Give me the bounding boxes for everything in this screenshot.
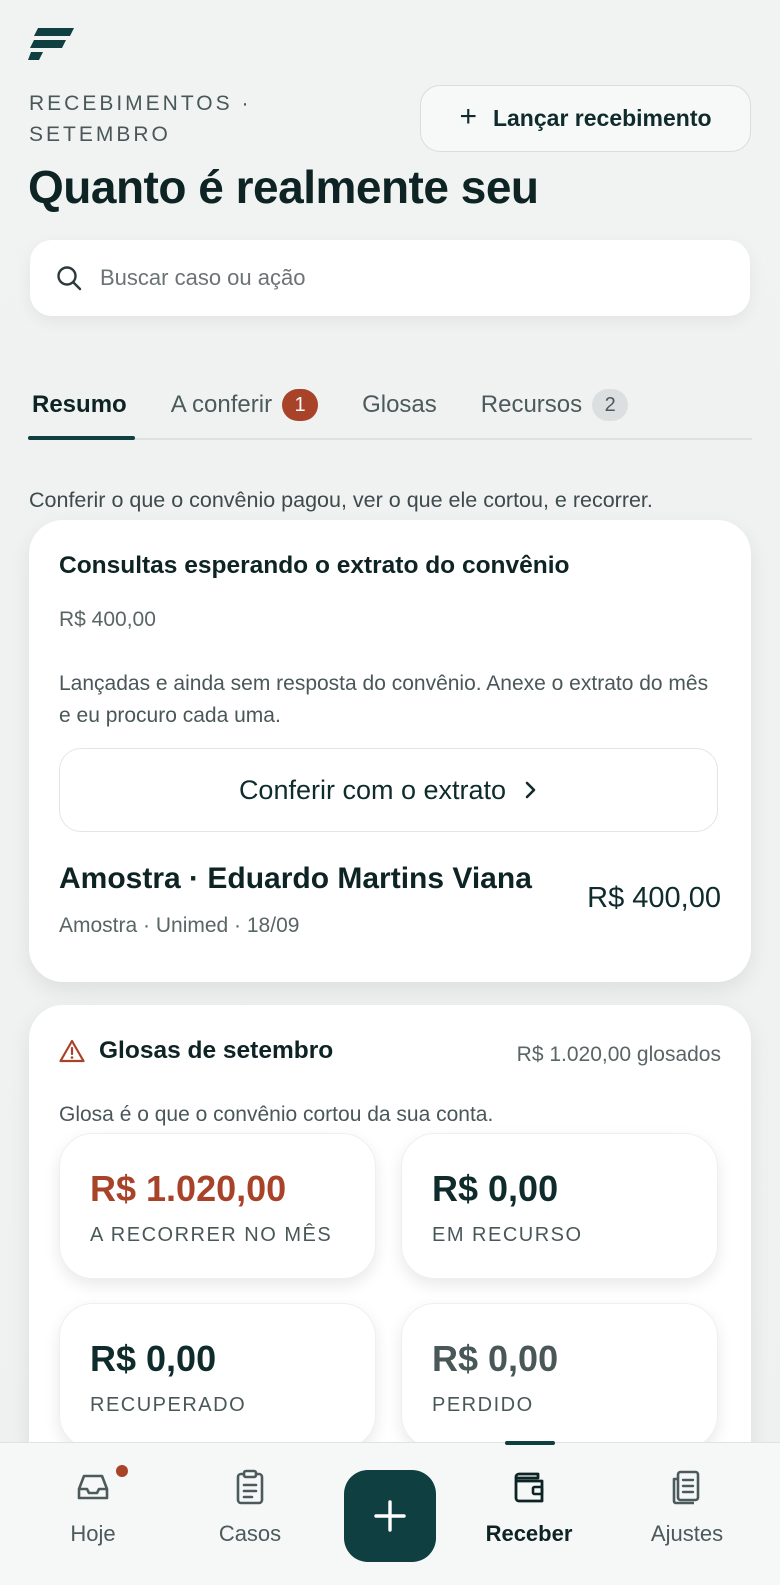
stat-value: R$ 0,00 [432,1338,559,1379]
check-statement-button[interactable]: Conferir com o extrato [59,748,718,832]
check-statement-label: Conferir com o extrato [238,774,507,805]
stat-value: R$ 0,00 [432,1168,559,1209]
tab-resumo[interactable]: Resumo [28,372,135,440]
tab-a-conferir[interactable]: A conferir 1 [167,372,322,438]
plus-icon: + [459,100,477,133]
chevron-right-icon [525,781,536,799]
tab-label: Resumo [32,391,127,418]
page-eyebrow: RECEBIMENTOS · SETEMBRO [29,92,252,146]
plus-icon [374,1500,406,1532]
tab-glosas[interactable]: Glosas [358,372,441,438]
clipboard-icon [236,1469,264,1505]
stat-in-appeal[interactable]: R$ 0,00 EM RECURSO [401,1133,718,1279]
card-description: Lançadas e ainda sem resposta do convêni… [59,672,709,727]
stat-recovered[interactable]: R$ 0,00 RECUPERADO [59,1303,376,1449]
warning-icon [59,1039,85,1063]
nav-label: Receber [485,1521,573,1546]
notification-dot [116,1465,128,1477]
intro-text: Conferir o que o convênio pagou, ver o q… [29,488,653,512]
stat-label: A RECORRER NO MÊS [90,1224,333,1246]
stat-value: R$ 0,00 [90,1338,217,1379]
brand-logo-icon [28,28,74,60]
nav-label: Ajustes [650,1521,724,1546]
launch-receipt-label: Lançar recebimento [492,105,712,131]
bottom-nav: Hoje Casos Receber Ajustes [0,1441,780,1585]
search-icon [57,266,82,291]
tab-bar: Resumo A conferir 1 Glosas Recursos 2 [28,372,752,440]
nav-label: Casos [218,1521,282,1546]
stat-label: EM RECURSO [432,1224,583,1246]
card-title: Glosas de setembro [99,1037,334,1064]
wallet-icon [514,1472,544,1503]
tab-label: Glosas [362,391,437,418]
glosas-header: Glosas de setembro [59,1037,333,1065]
active-indicator [505,1441,555,1445]
stat-to-appeal[interactable]: R$ 1.020,00 A RECORRER NO MÊS [59,1133,376,1279]
search-bar[interactable] [30,240,750,316]
nav-casos[interactable]: Casos [190,1461,310,1571]
patient-meta: Amostra · Unimed · 18/09 [59,914,300,937]
stat-label: RECUPERADO [90,1394,247,1416]
search-input[interactable] [100,265,660,291]
patient-amount: R$ 400,00 [587,882,721,914]
count-badge: 1 [282,389,319,421]
nav-ajustes[interactable]: Ajustes [627,1461,747,1571]
stat-label: PERDIDO [432,1394,534,1416]
tab-label: A conferir [170,391,273,418]
card-title: Consultas esperando o extrato do convêni… [59,552,570,579]
patient-name[interactable]: Amostra · Eduardo Martins Viana [59,862,532,896]
count-badge: 2 [592,389,629,421]
nav-receber[interactable]: Receber [469,1461,589,1571]
tab-label: Recursos [480,391,583,418]
inbox-icon [77,1474,109,1500]
page-title: Quanto é realmente seu [28,161,539,213]
app-screen: RECEBIMENTOS · SETEMBRO + Lançar recebim… [0,0,780,1585]
pending-amount: R$ 400,00 [59,608,156,631]
card-description: Glosa é o que o convênio cortou da sua c… [59,1103,494,1126]
nav-hoje[interactable]: Hoje [33,1461,153,1571]
stat-value: R$ 1.020,00 [90,1168,287,1209]
launch-receipt-button[interactable]: + Lançar recebimento [420,85,751,152]
glosas-total: R$ 1.020,00 glosados [516,1043,721,1066]
nav-label: Hoje [70,1521,116,1546]
document-stack-icon [672,1470,700,1505]
stat-lost[interactable]: R$ 0,00 PERDIDO [401,1303,718,1449]
tab-recursos[interactable]: Recursos 2 [477,372,632,438]
pending-statements-card: Consultas esperando o extrato do convêni… [29,520,751,982]
add-button[interactable] [344,1470,436,1562]
